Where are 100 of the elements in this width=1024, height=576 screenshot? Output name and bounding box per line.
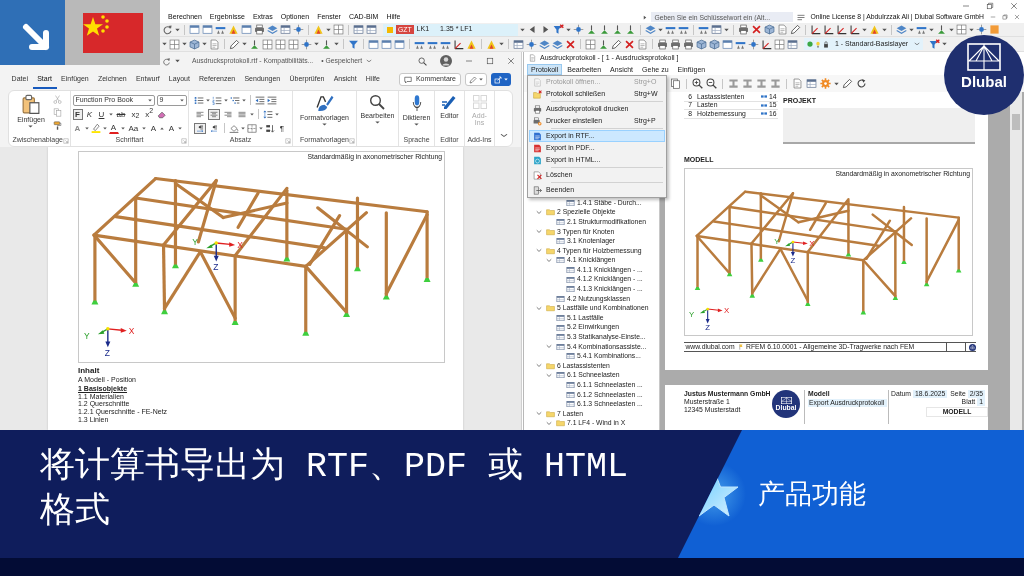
printer-icon[interactable] [657, 38, 668, 50]
caret-icon[interactable] [942, 42, 948, 46]
grow-font-button[interactable]: A [148, 122, 159, 134]
subscript-button[interactable]: x$_{2}$ [129, 108, 142, 120]
beam-icon[interactable] [678, 24, 689, 35]
layers-icon[interactable] [539, 38, 550, 50]
multilevel-list-icon[interactable] [230, 95, 240, 105]
i-beam-icon[interactable] [728, 78, 739, 89]
triangle-icon[interactable] [869, 24, 880, 35]
pencil-icon[interactable] [842, 78, 853, 89]
window-icon[interactable] [241, 24, 252, 35]
chevron-down-icon[interactable] [366, 59, 373, 63]
node-icon[interactable] [976, 24, 987, 35]
grid-icon[interactable] [169, 38, 180, 50]
pencil-icon[interactable] [229, 38, 240, 50]
cube-icon[interactable] [764, 24, 775, 35]
cross-icon[interactable] [565, 38, 576, 50]
close-icon[interactable] [1014, 14, 1020, 20]
support-icon[interactable] [936, 24, 947, 35]
format-painter-icon[interactable] [52, 121, 62, 130]
zoom-out-icon[interactable] [706, 78, 717, 89]
caret-icon[interactable] [206, 98, 210, 102]
search-icon[interactable] [418, 56, 427, 66]
support-icon[interactable] [586, 24, 597, 35]
share-button[interactable] [491, 73, 511, 86]
triangle-icon[interactable] [486, 38, 497, 50]
caret-icon[interactable] [175, 59, 180, 63]
i-beam-icon[interactable] [756, 78, 767, 89]
window-icon[interactable] [394, 38, 405, 50]
caret-icon[interactable] [275, 112, 279, 116]
underline-button[interactable]: U [96, 108, 107, 120]
right-to-left-icon[interactable] [208, 122, 220, 134]
caret-icon[interactable] [969, 27, 974, 32]
increase-indent-icon[interactable] [267, 95, 277, 105]
text-effects-button[interactable]: A [72, 122, 83, 134]
caret-icon[interactable] [242, 98, 246, 102]
layers-icon[interactable] [645, 24, 656, 35]
caret-icon[interactable] [102, 126, 107, 130]
table-icon[interactable] [280, 24, 291, 35]
triangle-icon[interactable] [228, 24, 239, 35]
line-spacing-icon[interactable] [263, 109, 273, 119]
window-icon[interactable] [368, 38, 379, 50]
scrollbar-thumb[interactable] [1012, 114, 1020, 130]
caret-icon[interactable] [326, 27, 331, 32]
cross-icon[interactable] [624, 38, 635, 50]
collapse-ribbon-icon[interactable] [500, 133, 508, 138]
editing-mode-button[interactable] [465, 73, 487, 86]
caret-icon[interactable] [862, 27, 867, 32]
support-icon[interactable] [598, 38, 609, 50]
grid-icon[interactable] [956, 24, 967, 35]
node-icon[interactable] [526, 38, 537, 50]
scrollbar-track[interactable] [1010, 92, 1022, 430]
cross-icon[interactable] [751, 24, 762, 35]
italic-button[interactable]: K [84, 108, 95, 120]
caret-icon[interactable] [314, 42, 319, 46]
document-icon[interactable] [792, 78, 803, 89]
redo-icon[interactable] [162, 56, 171, 66]
cube-icon[interactable] [709, 38, 720, 50]
restore-icon[interactable] [986, 1, 994, 10]
change-case-button[interactable]: Aa [126, 122, 141, 134]
window-icon[interactable] [381, 38, 392, 50]
cube-icon[interactable] [189, 38, 200, 50]
layers-icon[interactable] [267, 24, 278, 35]
axis-icon[interactable] [849, 24, 860, 35]
axis-icon[interactable] [823, 24, 834, 35]
support-icon[interactable] [612, 24, 623, 35]
caret-icon[interactable] [162, 42, 167, 46]
pages-icon[interactable] [670, 78, 681, 89]
grid-icon[interactable] [585, 38, 596, 50]
filter-icon[interactable] [348, 38, 359, 50]
restore-icon[interactable] [1002, 14, 1008, 20]
caret-icon[interactable] [658, 27, 663, 32]
list-icon[interactable] [797, 13, 806, 21]
caret-icon[interactable] [142, 126, 147, 130]
cube-icon[interactable] [696, 38, 707, 50]
node-icon[interactable] [573, 24, 584, 35]
left-to-right-icon[interactable] [194, 122, 206, 134]
table-icon[interactable] [806, 78, 817, 89]
i-beam-icon[interactable] [742, 78, 753, 89]
layers-icon[interactable] [896, 24, 907, 35]
window-icon[interactable] [722, 38, 733, 50]
support-icon[interactable] [321, 38, 332, 50]
beam-icon[interactable] [698, 24, 709, 35]
borders-icon[interactable] [247, 123, 257, 133]
caret-icon[interactable] [224, 98, 228, 102]
caret-icon[interactable] [566, 27, 571, 32]
window-icon[interactable] [189, 24, 200, 35]
beam-icon[interactable] [215, 24, 226, 35]
refresh-icon[interactable] [856, 78, 867, 89]
caret-icon[interactable] [929, 27, 934, 32]
decrease-indent-icon[interactable] [255, 95, 265, 105]
font-color-button[interactable]: A [108, 122, 119, 134]
clear-formatting-icon[interactable] [157, 109, 168, 119]
beam-icon[interactable] [916, 24, 927, 35]
i-beam-icon[interactable] [770, 78, 781, 89]
triangle-icon[interactable] [313, 24, 324, 35]
support-icon[interactable] [625, 24, 636, 35]
caret-icon[interactable] [120, 126, 125, 130]
grid-icon[interactable] [275, 38, 286, 50]
node-icon[interactable] [293, 24, 304, 35]
